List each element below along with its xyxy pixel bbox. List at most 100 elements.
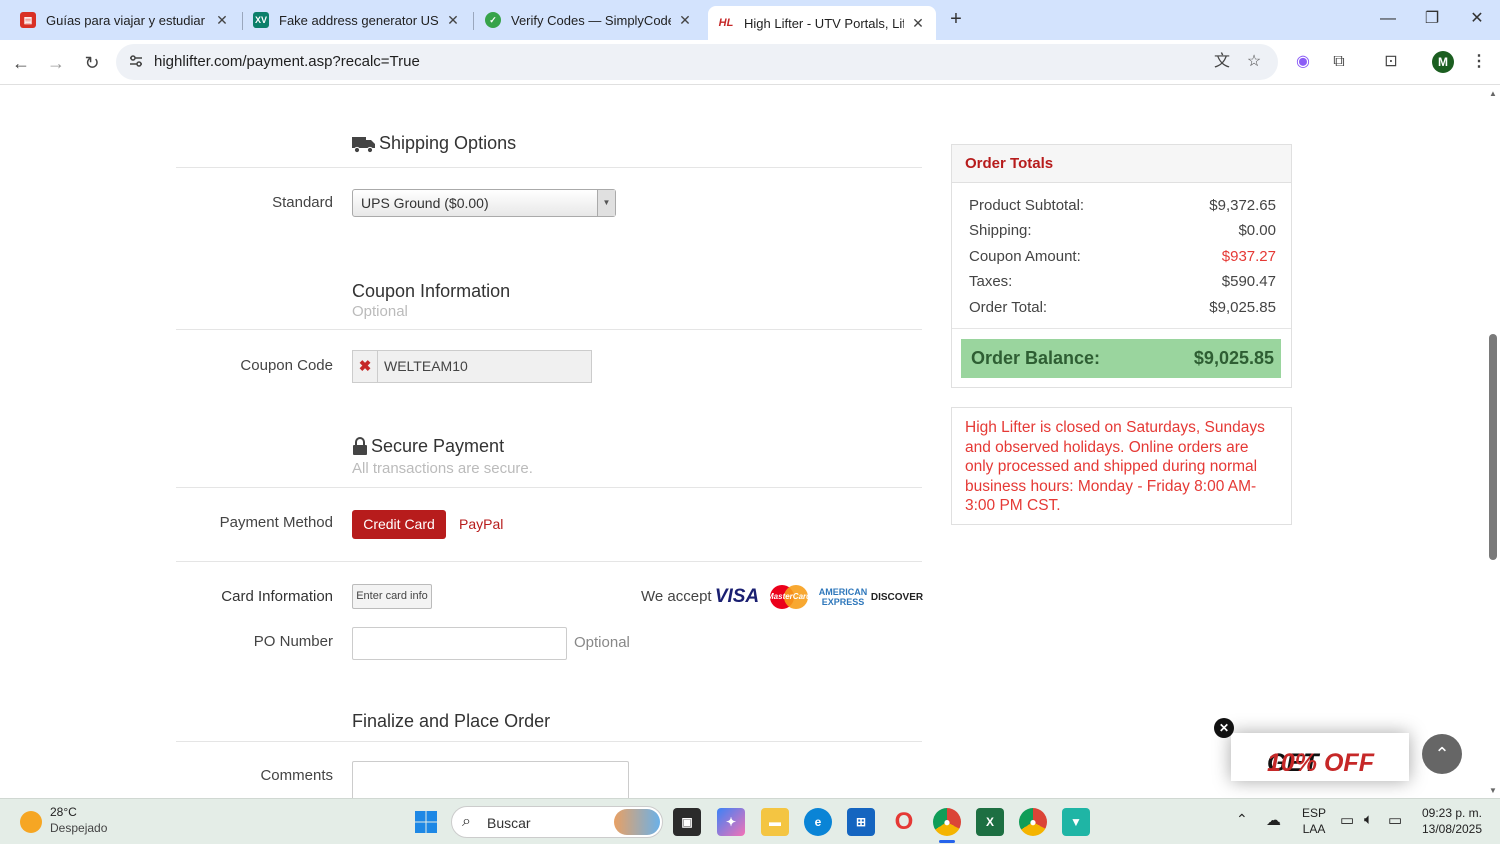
extensions-puzzle-icon[interactable]: ⧉: [1327, 50, 1351, 74]
discover-logo: DISCOVER: [870, 591, 924, 603]
scrollbar-thumb[interactable]: [1489, 334, 1497, 560]
menu-kebab-icon[interactable]: ⋮: [1467, 50, 1491, 74]
coupon-section-title: Coupon Information: [352, 281, 511, 301]
tab-title: Verify Codes — SimplyCodes: [511, 12, 671, 28]
forward-icon[interactable]: →: [43, 50, 69, 76]
tab-title: Fake address generator US - Ra: [279, 12, 439, 28]
bookmark-star-icon[interactable]: ☆: [1244, 52, 1264, 72]
tab-guias[interactable]: ▤ Guías para viajar y estudiar en N ✕: [10, 4, 240, 36]
show-hidden-icons-chevron-icon[interactable]: ⌃: [1236, 811, 1248, 828]
coupon-code-label: Coupon Code: [240, 357, 333, 374]
po-number-label: PO Number: [253, 633, 333, 650]
order-totals-title: Order Totals: [965, 155, 1054, 172]
card-information-label: Card Information: [221, 588, 333, 605]
cloud-offline-icon[interactable]: ☁: [1266, 811, 1281, 829]
minimize-icon[interactable]: —: [1374, 6, 1402, 32]
divider: [176, 561, 922, 562]
coupon-code-value: WELTEAM10: [384, 358, 468, 374]
scroll-up-icon[interactable]: ▲: [1488, 89, 1498, 98]
po-number-input[interactable]: [352, 627, 567, 660]
active-app-indicator: [939, 840, 955, 843]
page-content: Shipping Options Standard UPS Ground ($0…: [0, 86, 1500, 798]
credit-card-button[interactable]: Credit Card: [352, 510, 446, 539]
profile-avatar[interactable]: M: [1432, 51, 1454, 73]
excel-icon[interactable]: X: [976, 808, 1004, 836]
weather-condition[interactable]: Despejado: [50, 821, 107, 835]
back-icon[interactable]: ←: [8, 50, 34, 76]
search-placeholder: Buscar: [487, 815, 531, 831]
taskbar-search[interactable]: ⌕ Buscar: [451, 806, 663, 838]
tab-search-icon[interactable]: ⊡: [1379, 50, 1403, 74]
divider: [176, 167, 922, 168]
select-value: UPS Ground ($0.00): [361, 195, 489, 211]
reload-icon[interactable]: ↻: [79, 50, 105, 76]
totals-row-label: Shipping:: [969, 222, 1032, 239]
payment-method-label: Payment Method: [219, 514, 333, 531]
network-icon[interactable]: ▭: [1340, 811, 1354, 829]
payment-section-title: Secure Payment: [352, 436, 504, 457]
url-text[interactable]: highlifter.com/payment.asp?recalc=True: [154, 53, 420, 70]
weather-moon-icon[interactable]: [20, 811, 42, 833]
tab-highlifter[interactable]: HL High Lifter - UTV Portals, Lift Ki ✕: [708, 6, 936, 40]
comments-textarea[interactable]: [352, 761, 629, 798]
paypal-link[interactable]: PayPal: [459, 516, 503, 532]
close-icon[interactable]: ✕: [677, 12, 693, 29]
opera-icon[interactable]: O: [890, 808, 918, 836]
chrome-icon[interactable]: ●: [933, 808, 961, 836]
translate-icon[interactable]: 文: [1212, 52, 1232, 72]
xv-icon: XV: [253, 12, 269, 28]
shipping-method-select[interactable]: UPS Ground ($0.00) ▼: [352, 189, 616, 217]
address-bar: ← → ↻ highlifter.com/payment.asp?recalc=…: [0, 40, 1500, 85]
coupon-code-field[interactable]: ✖ WELTEAM10: [352, 350, 592, 383]
language-indicator-bottom[interactable]: LAA: [1300, 822, 1328, 836]
totals-row-amount: $590.47: [1221, 273, 1276, 290]
start-windows-icon[interactable]: [412, 808, 440, 836]
close-icon[interactable]: ✕: [445, 12, 461, 29]
simplycodes-icon: ✓: [485, 12, 501, 28]
tab-simplycodes[interactable]: ✓ Verify Codes — SimplyCodes ✕: [475, 4, 703, 36]
close-icon[interactable]: ✕: [214, 12, 230, 29]
weather-temperature[interactable]: 28°C: [50, 805, 77, 819]
edge-icon[interactable]: e: [804, 808, 832, 836]
tab-separator: [473, 12, 474, 30]
book-icon: ▤: [20, 12, 36, 28]
task-view-icon[interactable]: ▣: [673, 808, 701, 836]
new-tab-button[interactable]: +: [945, 8, 967, 30]
section-title-text: Secure Payment: [371, 436, 505, 456]
site-settings-icon[interactable]: [128, 53, 144, 69]
we-accept-text: We accept: [641, 588, 712, 605]
remove-coupon-icon[interactable]: ✖: [353, 351, 378, 382]
battery-icon[interactable]: ▭: [1388, 811, 1402, 829]
clock-date[interactable]: 13/08/2025: [1414, 822, 1490, 836]
visa-logo: VISA: [714, 586, 760, 607]
back-to-top-button[interactable]: ⌃: [1422, 734, 1462, 774]
tab-bar: ▤ Guías para viajar y estudiar en N ✕ XV…: [0, 0, 1500, 40]
enter-card-info-button[interactable]: Enter card info: [352, 584, 432, 609]
microsoft-store-icon[interactable]: ⊞: [847, 808, 875, 836]
coupon-optional-text: Optional: [352, 303, 408, 320]
scroll-down-icon[interactable]: ▼: [1488, 786, 1498, 795]
close-window-icon[interactable]: ✕: [1463, 6, 1491, 32]
highlifter-icon: HL: [718, 17, 734, 29]
chrome-profile-icon[interactable]: ●: [1019, 808, 1047, 836]
copilot-icon[interactable]: ✦: [717, 808, 745, 836]
tab-fake-address[interactable]: XV Fake address generator US - Ra ✕: [243, 4, 471, 36]
totals-row-label: Order Total:: [969, 299, 1048, 316]
restore-icon[interactable]: ❐: [1418, 6, 1446, 32]
file-explorer-icon[interactable]: ▬: [761, 808, 789, 836]
windows-taskbar: 28°C Despejado ⌕ Buscar ▣ ✦ ▬ e ⊞ O ● X …: [0, 798, 1500, 844]
page-scrollbar[interactable]: ▲ ▼: [1486, 86, 1500, 798]
shipping-label: Standard: [272, 194, 333, 211]
notice-text: High Lifter is closed on Saturdays, Sund…: [965, 419, 1265, 515]
discount-promo-banner[interactable]: GET 10% OFF: [1231, 733, 1409, 781]
volume-muted-icon[interactable]: 🔈︎: [1364, 811, 1373, 828]
close-promo-icon[interactable]: ✕: [1214, 718, 1234, 738]
close-icon[interactable]: ✕: [910, 15, 926, 32]
vpn-app-icon[interactable]: ▼: [1062, 808, 1090, 836]
po-optional-text: Optional: [574, 634, 630, 651]
search-icon: ⌕: [462, 813, 471, 830]
clock-time[interactable]: 09:23 p. m.: [1414, 806, 1490, 820]
extension-assistant-icon[interactable]: ◉: [1291, 50, 1315, 74]
omnibox[interactable]: highlifter.com/payment.asp?recalc=True 文…: [116, 44, 1278, 80]
language-indicator-top[interactable]: ESP: [1300, 806, 1328, 820]
